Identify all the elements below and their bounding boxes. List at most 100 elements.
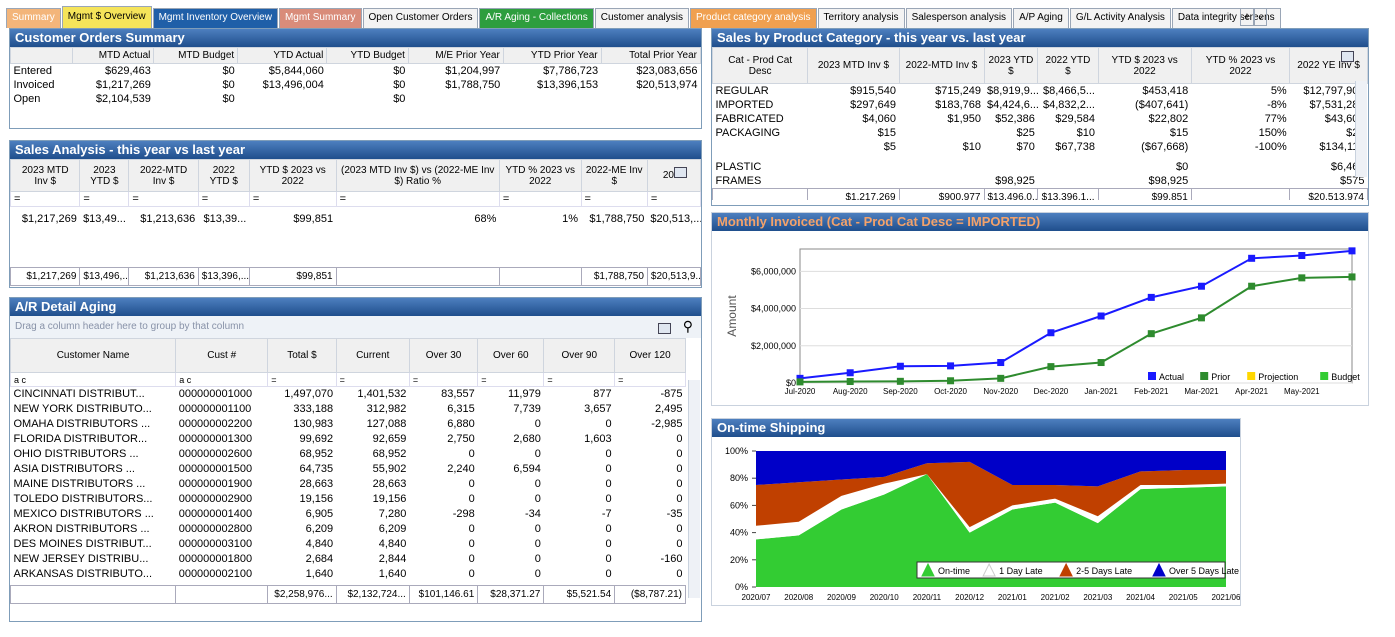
filter-cell[interactable]: = bbox=[477, 372, 545, 387]
tab-customer-analysis[interactable]: Customer analysis bbox=[594, 8, 690, 28]
group-by-hint[interactable]: Drag a column header here to group by th… bbox=[10, 316, 701, 338]
ar-scrollbar[interactable] bbox=[688, 380, 700, 598]
column-header[interactable]: 2023 YTD $ bbox=[79, 159, 130, 192]
column-header[interactable]: 2022 YE Inv $ bbox=[1289, 47, 1368, 84]
filter-cell[interactable]: = bbox=[79, 191, 130, 207]
filter-cell[interactable]: = bbox=[646, 191, 701, 207]
tab-summary[interactable]: Summary bbox=[6, 8, 61, 28]
column-header[interactable]: Total $ bbox=[267, 338, 337, 373]
column-header[interactable]: Over 30 bbox=[408, 338, 479, 373]
x-tick-label: 2021/01 bbox=[998, 593, 1027, 602]
table-row[interactable]: Invoiced $1,217,269 $0 $13,496,004 $0 $1,788,… bbox=[11, 78, 701, 92]
table-row[interactable]: Open $2,104,539 $0 $0 bbox=[11, 92, 701, 106]
column-header[interactable]: YTD % 2023 vs 2022 bbox=[498, 159, 582, 192]
search-icon[interactable]: ⚲ bbox=[683, 318, 693, 335]
table-row[interactable]: ASIA DISTRIBUTORS ... 000000001500 64,735 5… bbox=[11, 462, 686, 477]
table-row[interactable]: AKRON DISTRIBUTORS ... 000000002800 6,209 6… bbox=[11, 522, 686, 537]
column-header[interactable]: YTD $ 2023 vs 2022 bbox=[248, 159, 337, 192]
filter-cell[interactable]: = bbox=[248, 191, 337, 207]
table-row[interactable]: OHIO DISTRIBUTORS ... 000000002600 68,952 6… bbox=[11, 447, 686, 462]
column-header[interactable]: Over 120 bbox=[614, 338, 686, 373]
filter-cell[interactable]: a c bbox=[10, 372, 177, 387]
tab-product-category-analysis[interactable]: Product category analysis bbox=[690, 8, 817, 28]
tab-mgmt-summary[interactable]: Mgmt Summary bbox=[278, 8, 362, 28]
tab-a-r-aging-collections[interactable]: A/R Aging - Collections bbox=[479, 8, 594, 28]
table-row[interactable]: $1,217,269 $13,49... $1,213,636 $13,39... $9… bbox=[11, 207, 701, 232]
column-header[interactable]: 2023 MTD Inv $ bbox=[10, 159, 81, 192]
column-header[interactable]: YTD $ 2023 vs 2022 bbox=[1097, 47, 1192, 84]
tab-g-l-activity-analysis[interactable]: G/L Activity Analysis bbox=[1069, 8, 1171, 28]
filter-cell[interactable]: = bbox=[498, 191, 582, 207]
tab-open-customer-orders[interactable]: Open Customer Orders bbox=[362, 8, 479, 28]
table-row[interactable]: MAINE DISTRIBUTORS ... 000000001900 28,663… bbox=[11, 477, 686, 492]
table-row[interactable]: TOLEDO DISTRIBUTORS... 000000002900 19,156… bbox=[11, 492, 686, 507]
filter-cell[interactable]: = bbox=[543, 372, 616, 387]
grid-menu-icon[interactable] bbox=[658, 323, 671, 334]
filter-cell[interactable]: = bbox=[10, 191, 81, 207]
tab-salesperson-analysis[interactable]: Salesperson analysis bbox=[905, 8, 1013, 28]
column-header[interactable]: Over 60 bbox=[477, 338, 545, 373]
cell bbox=[1191, 174, 1289, 189]
table-row[interactable]: FRAMES $98,925 $98,925 $575 bbox=[713, 174, 1368, 189]
column-header[interactable]: 2022-MTD Inv $ bbox=[898, 47, 985, 84]
table-row[interactable]: ARKANSAS DISTRIBUTO... 000000002100 1,640 1… bbox=[11, 567, 686, 582]
filter-cell[interactable]: = bbox=[335, 191, 500, 207]
column-header[interactable]: 2022-MTD Inv $ bbox=[128, 159, 199, 192]
column-header[interactable]: M/E Prior Year bbox=[407, 47, 504, 64]
filter-cell[interactable]: = bbox=[197, 191, 250, 207]
table-row[interactable]: IMPORTED $297,649 $183,768 $4,424,6... $4,83… bbox=[713, 98, 1368, 112]
table-row[interactable]: NEW YORK DISTRIBUTO... 000000001100 333,18… bbox=[11, 402, 686, 417]
column-header[interactable]: Total Prior Year bbox=[600, 47, 701, 64]
cell: 0 bbox=[676, 568, 683, 580]
tab-territory-analysis[interactable]: Territory analysis bbox=[817, 8, 905, 28]
table-row[interactable]: CINCINNATI DISTRIBUT... 000000001000 1,497… bbox=[11, 387, 686, 402]
column-header[interactable]: YTD Actual bbox=[237, 47, 328, 64]
tab-a-p-aging[interactable]: A/P Aging bbox=[1013, 8, 1069, 28]
column-header[interactable]: YTD Budget bbox=[326, 47, 409, 64]
column-header[interactable]: MTD Budget bbox=[153, 47, 239, 64]
filter-cell[interactable]: = bbox=[408, 372, 479, 387]
filter-cell[interactable]: = bbox=[128, 191, 199, 207]
column-header[interactable] bbox=[10, 47, 74, 64]
add-tab-button[interactable]: + bbox=[1240, 8, 1254, 26]
table-row[interactable]: PLASTIC $0 $6,468 bbox=[713, 154, 1368, 174]
tab-list-chevron-icon[interactable]: ⌄ bbox=[1254, 8, 1267, 26]
filter-cell[interactable]: = bbox=[614, 372, 686, 387]
column-header[interactable]: 2022 YTD $ bbox=[1037, 47, 1099, 84]
category-scrollbar[interactable] bbox=[1355, 81, 1367, 177]
table-row[interactable]: NEW JERSEY DISTRIBU... 000000001800 2,684 2… bbox=[11, 552, 686, 567]
table-row[interactable]: DES MOINES DISTRIBUT... 000000003100 4,840… bbox=[11, 537, 686, 552]
column-header[interactable]: Cust # bbox=[175, 338, 269, 373]
filter-cell[interactable]: = bbox=[267, 372, 337, 387]
table-row[interactable]: MEXICO DISTRIBUTORS ... 000000001400 6,905… bbox=[11, 507, 686, 522]
column-header[interactable]: 2022 YTD $ bbox=[197, 159, 250, 192]
table-row[interactable]: REGULAR $915,540 $715,249 $8,919,9... $8,466… bbox=[713, 84, 1368, 99]
filter-cell[interactable]: = bbox=[335, 372, 410, 387]
table-row[interactable]: PACKAGING$15$25$10$15150%$25 bbox=[713, 126, 1368, 140]
column-header[interactable]: 2022-ME Inv $ bbox=[580, 159, 648, 192]
column-header[interactable]: MTD Actual bbox=[72, 47, 155, 64]
column-header[interactable]: 2023 MTD Inv $ bbox=[807, 47, 900, 84]
cell: 2,844 bbox=[378, 553, 407, 565]
grid-menu-icon[interactable] bbox=[1341, 51, 1354, 62]
grid-menu-icon[interactable] bbox=[674, 167, 687, 178]
filter-cell[interactable]: = bbox=[580, 191, 648, 207]
table-row[interactable]: FLORIDA DISTRIBUTOR... 000000001300 99,692… bbox=[11, 432, 686, 447]
column-header[interactable]: 2023 YTD $ bbox=[983, 47, 1039, 84]
column-header[interactable]: Customer Name bbox=[10, 338, 177, 373]
column-header[interactable]: Cat - Prod Cat Desc bbox=[712, 47, 809, 84]
table-row[interactable]: Entered $629,463 $0 $5,844,060 $0 $1,204,997 $… bbox=[11, 64, 701, 79]
tab-mgmt-inventory-overview[interactable]: Mgmt Inventory Overview bbox=[152, 8, 278, 28]
table-row[interactable]: $5 $10 $70 $67,738 ($67,668) -100% $134,117 bbox=[713, 140, 1368, 154]
table-row[interactable]: FABRICATED $4,060 $1,950 $52,386 $29,584 $22,… bbox=[713, 112, 1368, 126]
column-header[interactable]: Current bbox=[335, 338, 410, 373]
cell: $23,083,656 bbox=[636, 65, 698, 77]
filter-row: = = = = = = = = = bbox=[10, 191, 701, 207]
column-header[interactable]: (2023 MTD Inv $) vs (2022-ME Inv $) Rati… bbox=[335, 159, 500, 192]
filter-cell[interactable]: a c bbox=[175, 372, 269, 387]
tab-mgmt-overview[interactable]: Mgmt $ Overview bbox=[61, 6, 152, 28]
column-header[interactable]: YTD % 2023 vs 2022 bbox=[1190, 47, 1291, 84]
column-header[interactable]: YTD Prior Year bbox=[502, 47, 602, 64]
table-row[interactable]: OMAHA DISTRIBUTORS ... 000000002200 130,98… bbox=[11, 417, 686, 432]
column-header[interactable]: Over 90 bbox=[543, 338, 616, 373]
